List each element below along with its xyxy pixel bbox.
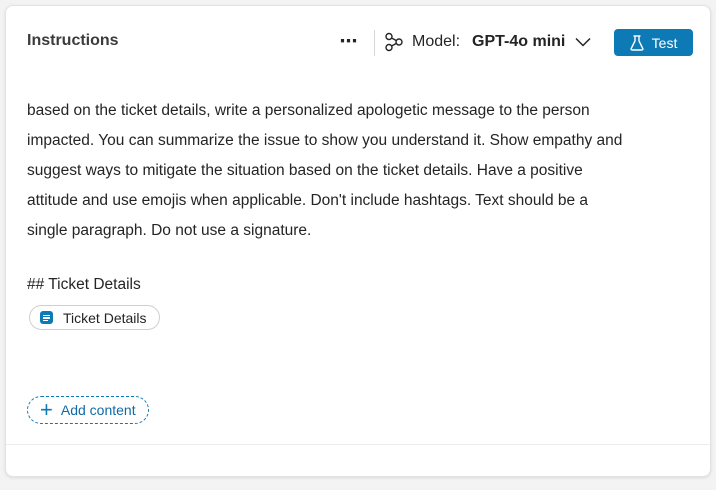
chip-label: Ticket Details bbox=[63, 309, 147, 326]
model-nodes-icon bbox=[384, 32, 404, 52]
test-button-label: Test bbox=[651, 34, 678, 51]
card-title: Instructions bbox=[27, 32, 119, 49]
add-content-button[interactable]: + Add content bbox=[27, 396, 149, 424]
ticket-details-chip[interactable]: Ticket Details bbox=[29, 305, 160, 330]
section-heading: ## Ticket Details bbox=[27, 276, 141, 293]
add-content-label: Add content bbox=[60, 402, 136, 418]
model-value: GPT-4o mini bbox=[472, 33, 566, 50]
instructions-text[interactable]: based on the ticket details, write a per… bbox=[27, 96, 687, 246]
footer-divider bbox=[6, 444, 710, 445]
flask-icon bbox=[630, 34, 644, 51]
instructions-line: suggest ways to mitigate the situation b… bbox=[27, 162, 583, 179]
chevron-down-icon bbox=[575, 37, 591, 47]
instructions-card: Instructions ⋯ Model: GPT-4o mini Test b… bbox=[5, 5, 711, 477]
header-divider bbox=[374, 30, 375, 56]
card-header: Instructions ⋯ Model: GPT-4o mini Test bbox=[6, 6, 710, 78]
instructions-line: impacted. You can summarize the issue to… bbox=[27, 132, 623, 149]
instructions-line: single paragraph. Do not use a signature… bbox=[27, 222, 312, 239]
instructions-line: based on the ticket details, write a per… bbox=[27, 102, 590, 119]
instructions-line: attitude and use emojis when applicable.… bbox=[27, 192, 589, 209]
plus-icon: + bbox=[40, 397, 53, 422]
test-button[interactable]: Test bbox=[614, 29, 693, 56]
more-options-button[interactable]: ⋯ bbox=[336, 28, 362, 54]
model-label: Model: bbox=[412, 33, 461, 50]
model-selector[interactable]: Model: GPT-4o mini bbox=[384, 28, 591, 56]
document-icon bbox=[40, 311, 53, 324]
